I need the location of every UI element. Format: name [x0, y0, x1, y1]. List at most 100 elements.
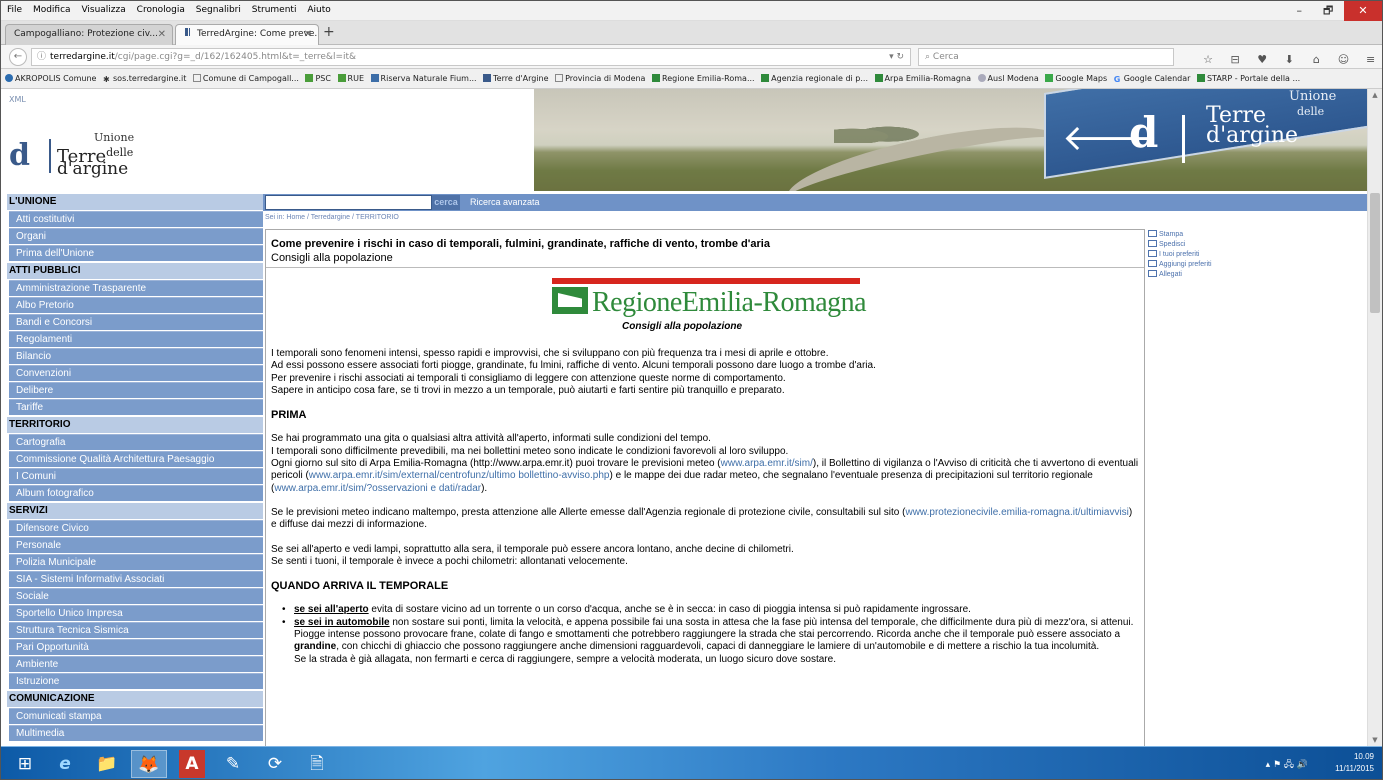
bookmark-item[interactable]: Google Maps — [1045, 69, 1111, 83]
menu-segnalibri[interactable]: Segnalibri — [192, 1, 245, 15]
bookmark-item[interactable]: Riserva Naturale Fium... — [370, 69, 481, 83]
sidebar-item[interactable]: Istruzione — [9, 673, 263, 689]
site-search-input[interactable] — [265, 195, 432, 210]
sidebar-item[interactable]: Bilancio — [9, 348, 263, 364]
sidebar-item[interactable]: Pari Opportunità — [9, 639, 263, 655]
bookmark-item[interactable]: Agenzia regionale di p... — [761, 69, 872, 83]
url-bar[interactable]: ⓘ terredargine.it/cgi/page.cgi?g=_d/162/1… — [31, 48, 911, 66]
download-icon[interactable]: ⬇ — [1278, 51, 1300, 69]
bookmark-item[interactable]: Arpa Emilia-Romagna — [874, 69, 975, 83]
sidebar-item[interactable]: Polizia Municipale — [9, 554, 263, 570]
sidebar-item[interactable]: Cartografia — [9, 434, 263, 450]
menu-aiuto[interactable]: Aiuto — [303, 1, 334, 15]
sidebar-item[interactable]: Atti costitutivi — [9, 211, 263, 227]
sidebar-item[interactable]: Struttura Tecnica Sismica — [9, 622, 263, 638]
close-tab-icon[interactable]: ✕ — [304, 25, 312, 44]
internet-explorer-icon[interactable]: e — [47, 750, 83, 778]
sidebar-item[interactable]: Commissione Qualità Architettura Paesagg… — [9, 451, 263, 467]
close-tab-icon[interactable]: ✕ — [158, 25, 166, 44]
breadcrumb[interactable]: Sei in: Home / Terredargine / TERRITORIO — [265, 214, 399, 221]
sidebar-item[interactable]: Difensore Civico — [9, 520, 263, 536]
menu-file[interactable]: File — [1, 1, 26, 15]
back-button[interactable]: ← — [9, 48, 27, 66]
tool-send[interactable]: Spedisci — [1148, 240, 1212, 250]
sidebar-item[interactable]: Sportello Unico Impresa — [9, 605, 263, 621]
tab-campogalliano[interactable]: Campogalliano: Protezione civ... ✕ — [5, 24, 173, 45]
new-tab-button[interactable]: + — [323, 24, 335, 40]
sidebar-item[interactable]: Album fotografico — [9, 485, 263, 501]
firefox-icon[interactable]: 🦊 — [131, 750, 167, 778]
maximize-button[interactable]: 🗗 — [1315, 1, 1341, 21]
sidebar-item[interactable]: Regolamenti — [9, 331, 263, 347]
reload-icon[interactable]: ▾ ↻ — [889, 49, 904, 65]
sidebar-item[interactable]: Delibere — [9, 382, 263, 398]
reader-view-icon[interactable]: ⊟ — [1224, 51, 1246, 69]
bookmark-item[interactable]: STARP - Portale della ... — [1196, 69, 1304, 83]
document-icon[interactable]: 🗎 — [299, 750, 335, 778]
bookmark-star-icon[interactable]: ☆ — [1197, 51, 1219, 69]
home-icon[interactable]: ⌂ — [1305, 51, 1327, 69]
sidebar-item[interactable]: Tariffe — [9, 399, 263, 415]
bookmark-item[interactable]: Terre d'Argine — [483, 69, 552, 83]
link-protezione-civile[interactable]: www.protezionecivile.emilia-romagna.it/u… — [905, 507, 1128, 518]
sync-icon[interactable]: ☺ — [1332, 51, 1354, 69]
advanced-search-link[interactable]: Ricerca avanzata — [470, 197, 540, 207]
tool-attachments[interactable]: Allegati — [1148, 270, 1212, 280]
system-tray-icons[interactable]: ▴ ⚑ 🖧 🔊 — [1266, 757, 1308, 773]
scroll-up-icon[interactable]: ▲ — [1368, 91, 1382, 99]
sidebar-item[interactable]: Ambiente — [9, 656, 263, 672]
menu-cronologia[interactable]: Cronologia — [133, 1, 189, 15]
sidebar-item[interactable]: I Comuni — [9, 468, 263, 484]
search-button[interactable]: cerca — [432, 195, 460, 210]
bookmark-item[interactable]: Regione Emilia-Roma... — [652, 69, 759, 83]
sidebar-item[interactable]: Amministrazione Trasparente — [9, 280, 263, 296]
bookmark-item[interactable]: Provincia di Modena — [555, 69, 649, 83]
start-button[interactable]: ⊞ — [7, 750, 43, 778]
file-explorer-icon[interactable]: 📁 — [89, 750, 125, 778]
menu-strumenti[interactable]: Strumenti — [248, 1, 301, 15]
bookmark-item[interactable]: PSC — [305, 69, 335, 83]
link-arpa-avviso[interactable]: www.arpa.emr.it/sim/external/centrofunz/… — [309, 470, 610, 481]
app-sync-icon[interactable]: ⟳ — [257, 750, 293, 778]
acrobat-icon[interactable]: A — [179, 750, 205, 778]
tool-print[interactable]: Stampa — [1148, 230, 1212, 240]
menu-modifica[interactable]: Modifica — [29, 1, 75, 15]
link-arpa-sim[interactable]: www.arpa.emr.it/sim/ — [721, 458, 813, 469]
bookmark-item[interactable]: Comune di Campogall... — [192, 69, 303, 83]
tool-favorites[interactable]: I tuoi preferiti — [1148, 250, 1212, 260]
sidebar-item[interactable]: Prima dell'Unione — [9, 245, 263, 261]
site-info-icon[interactable]: ⓘ — [37, 49, 46, 65]
scrollbar-thumb[interactable] — [1370, 193, 1380, 313]
sidebar-item[interactable]: Comunicati stampa — [9, 708, 263, 724]
sidebar-item[interactable]: Personale — [9, 537, 263, 553]
menu-visualizza[interactable]: Visualizza — [77, 1, 129, 15]
sidebar-item[interactable]: Multimedia — [9, 725, 263, 741]
regione-caption: Consigli alla popolazione — [622, 321, 743, 332]
scroll-down-icon[interactable]: ▼ — [1368, 736, 1382, 744]
sidebar-item[interactable]: Sociale — [9, 588, 263, 604]
browser-search-input[interactable]: ⌕ Cerca — [918, 48, 1174, 66]
close-window-button[interactable]: ✕ — [1344, 1, 1382, 21]
pocket-icon[interactable]: ♥ — [1251, 51, 1273, 69]
sidebar-item[interactable]: Bandi e Concorsi — [9, 314, 263, 330]
sidebar-item[interactable]: Convenzioni — [9, 365, 263, 381]
paint-icon[interactable]: ✎ — [215, 750, 251, 778]
tab-terredargine[interactable]: TerredArgine: Come preve... ✕ — [175, 24, 319, 45]
menu-icon[interactable]: ≡ — [1360, 51, 1382, 69]
bookmark-item[interactable]: RUE — [337, 69, 368, 83]
bookmark-item[interactable]: G Google Calendar — [1114, 69, 1195, 84]
lampi-paragraph: Se sei all'aperto e vedi lampi, soprattu… — [271, 543, 794, 567]
bookmark-item[interactable]: Ausl Modena — [977, 69, 1043, 83]
bookmark-item[interactable]: ✱ sos.terredargine.it — [103, 69, 190, 84]
minimize-button[interactable]: – — [1286, 1, 1312, 21]
clock[interactable]: 10.09 11/11/2015 — [1335, 751, 1374, 775]
link-arpa-radar[interactable]: www.arpa.emr.it/sim/?osservazioni e dati… — [274, 483, 481, 494]
sidebar-item[interactable]: Albo Pretorio — [9, 297, 263, 313]
gear-icon: ✱ — [103, 75, 110, 84]
sidebar-item[interactable]: Organi — [9, 228, 263, 244]
sidebar-item[interactable]: SIA - Sistemi Informativi Associati — [9, 571, 263, 587]
page-scrollbar[interactable]: ▲ ▼ — [1367, 89, 1382, 746]
bookmark-item[interactable]: AKROPOLIS Comune — [5, 69, 100, 83]
tool-add-favorites[interactable]: Aggiungi preferiti — [1148, 260, 1212, 270]
xml-link[interactable]: XML — [9, 95, 26, 104]
